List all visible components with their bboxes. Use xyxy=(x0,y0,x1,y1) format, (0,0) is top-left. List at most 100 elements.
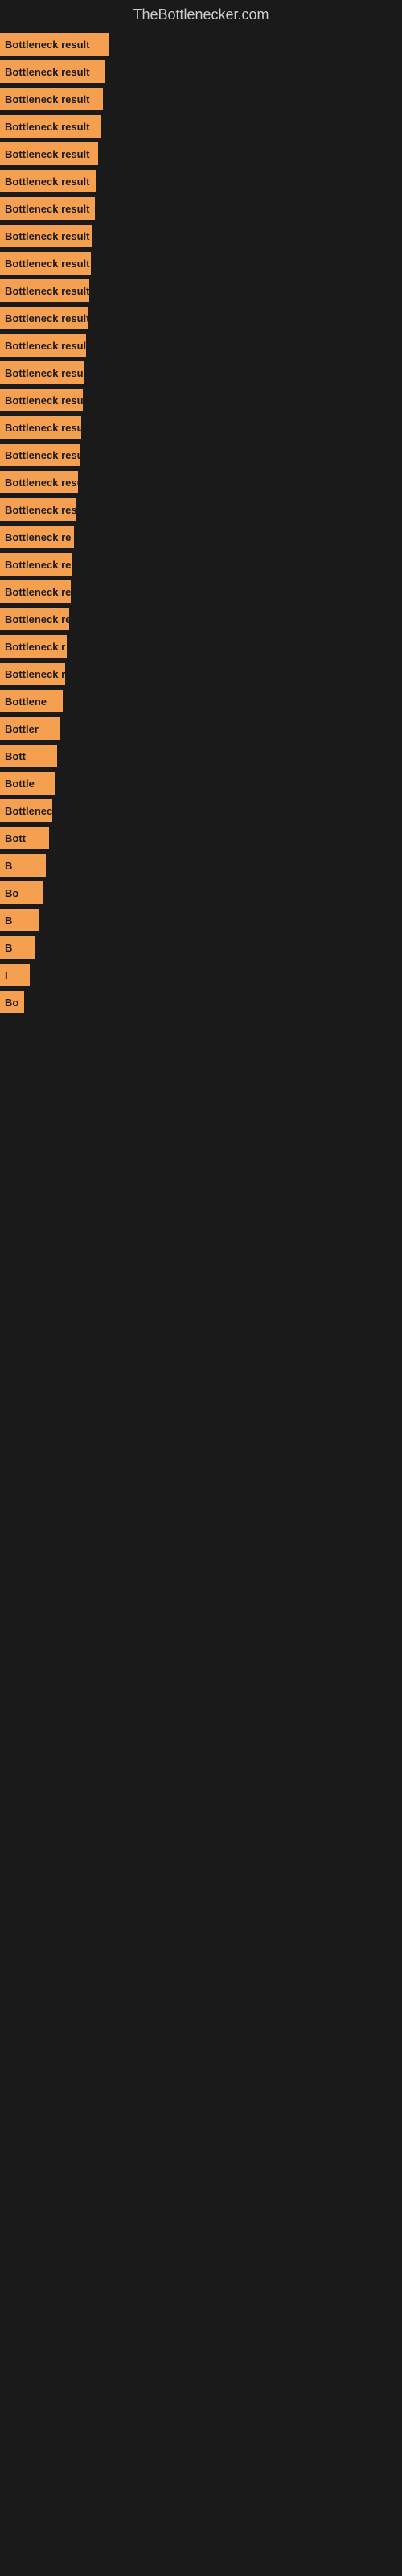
bar-row: B xyxy=(0,936,402,959)
bar-label-14: Bottleneck result xyxy=(5,422,81,434)
bar-label-23: Bottleneck resu xyxy=(5,668,65,680)
bar-35: Bo xyxy=(0,991,24,1013)
bar-34: I xyxy=(0,964,30,986)
bar-4: Bottleneck result xyxy=(0,142,98,165)
bar-9: Bottleneck result xyxy=(0,279,89,302)
bar-17: Bottleneck resu xyxy=(0,498,76,521)
bar-6: Bottleneck result xyxy=(0,197,95,220)
bar-label-32: B xyxy=(5,914,12,927)
bar-row: Bottleneck result xyxy=(0,361,402,384)
bar-row: Bottleneck result xyxy=(0,60,402,83)
bar-23: Bottleneck resu xyxy=(0,663,65,685)
bar-label-16: Bottleneck result xyxy=(5,477,78,489)
bar-14: Bottleneck result xyxy=(0,416,81,439)
bar-row: B xyxy=(0,854,402,877)
bar-row: Bottleneck result xyxy=(0,170,402,192)
bar-label-35: Bo xyxy=(5,997,18,1009)
bar-10: Bottleneck result xyxy=(0,307,88,329)
bar-label-30: B xyxy=(5,860,12,872)
bar-5: Bottleneck result xyxy=(0,170,96,192)
bar-label-33: B xyxy=(5,942,12,954)
bar-label-27: Bottle xyxy=(5,778,35,790)
bar-row: Bottleneck re xyxy=(0,526,402,548)
bar-1: Bottleneck result xyxy=(0,60,105,83)
bar-label-10: Bottleneck result xyxy=(5,312,88,324)
bar-21: Bottleneck result xyxy=(0,608,69,630)
bar-label-1: Bottleneck result xyxy=(5,66,89,78)
bar-7: Bottleneck result xyxy=(0,225,92,247)
bar-label-3: Bottleneck result xyxy=(5,121,89,133)
bar-3: Bottleneck result xyxy=(0,115,100,138)
bar-33: B xyxy=(0,936,35,959)
bar-label-21: Bottleneck result xyxy=(5,613,69,625)
bar-label-0: Bottleneck result xyxy=(5,39,89,51)
bar-row: Bottleneck result xyxy=(0,252,402,275)
bar-row: Bottleneck result xyxy=(0,444,402,466)
bar-label-5: Bottleneck result xyxy=(5,175,89,188)
bar-row: Bottleneck res xyxy=(0,580,402,603)
bar-label-8: Bottleneck result xyxy=(5,258,89,270)
bar-label-20: Bottleneck res xyxy=(5,586,71,598)
bar-row: Bottleneck result xyxy=(0,142,402,165)
bar-row: Bo xyxy=(0,991,402,1013)
bar-row: I xyxy=(0,964,402,986)
bar-row: Bottleneck result xyxy=(0,197,402,220)
bar-row: B xyxy=(0,909,402,931)
bar-row: Bottleneck result xyxy=(0,334,402,357)
bar-row: Bottleneck resu xyxy=(0,553,402,576)
bar-32: B xyxy=(0,909,39,931)
bar-19: Bottleneck resu xyxy=(0,553,72,576)
bar-row: Bottler xyxy=(0,717,402,740)
bar-row: Bottleneck result xyxy=(0,416,402,439)
bar-18: Bottleneck re xyxy=(0,526,74,548)
bar-16: Bottleneck result xyxy=(0,471,78,493)
bar-13: Bottleneck result xyxy=(0,389,83,411)
bar-8: Bottleneck result xyxy=(0,252,91,275)
bar-20: Bottleneck res xyxy=(0,580,71,603)
bar-label-19: Bottleneck resu xyxy=(5,559,72,571)
bar-row: Bott xyxy=(0,745,402,767)
bar-row: Bottleneck result xyxy=(0,608,402,630)
bar-label-17: Bottleneck resu xyxy=(5,504,76,516)
bar-row: Bottleneck result xyxy=(0,279,402,302)
site-title: TheBottlenecker.com xyxy=(0,0,402,33)
bar-row: Bottleneck resu xyxy=(0,663,402,685)
bar-row: Bottleneck result xyxy=(0,389,402,411)
bar-label-7: Bottleneck result xyxy=(5,230,89,242)
bar-label-15: Bottleneck result xyxy=(5,449,80,461)
bar-label-29: Bott xyxy=(5,832,26,844)
bar-row: Bottleneck resu xyxy=(0,498,402,521)
bar-22: Bottleneck r xyxy=(0,635,67,658)
bar-31: Bo xyxy=(0,881,43,904)
bar-0: Bottleneck result xyxy=(0,33,109,56)
bar-11: Bottleneck result xyxy=(0,334,86,357)
bar-label-24: Bottlene xyxy=(5,696,47,708)
bar-24: Bottlene xyxy=(0,690,63,712)
bar-row: Bottleneck result xyxy=(0,115,402,138)
bar-30: B xyxy=(0,854,46,877)
bar-row: Bott xyxy=(0,827,402,849)
bar-label-2: Bottleneck result xyxy=(5,93,89,105)
bar-29: Bott xyxy=(0,827,49,849)
bar-label-18: Bottleneck re xyxy=(5,531,71,543)
bar-label-28: Bottlenec xyxy=(5,805,52,817)
bar-15: Bottleneck result xyxy=(0,444,80,466)
bar-label-11: Bottleneck result xyxy=(5,340,86,352)
bar-row: Bottleneck result xyxy=(0,88,402,110)
bar-26: Bott xyxy=(0,745,57,767)
bar-label-6: Bottleneck result xyxy=(5,203,89,215)
bar-27: Bottle xyxy=(0,772,55,795)
bar-label-22: Bottleneck r xyxy=(5,641,65,653)
bar-row: Bottle xyxy=(0,772,402,795)
bar-row: Bo xyxy=(0,881,402,904)
bar-2: Bottleneck result xyxy=(0,88,103,110)
bar-label-25: Bottler xyxy=(5,723,39,735)
bar-label-9: Bottleneck result xyxy=(5,285,89,297)
bar-row: Bottleneck result xyxy=(0,33,402,56)
bar-row: Bottleneck result xyxy=(0,471,402,493)
bar-label-13: Bottleneck result xyxy=(5,394,83,407)
bar-row: Bottleneck result xyxy=(0,225,402,247)
bar-row: Bottlenec xyxy=(0,799,402,822)
bar-row: Bottlene xyxy=(0,690,402,712)
bar-row: Bottleneck result xyxy=(0,307,402,329)
